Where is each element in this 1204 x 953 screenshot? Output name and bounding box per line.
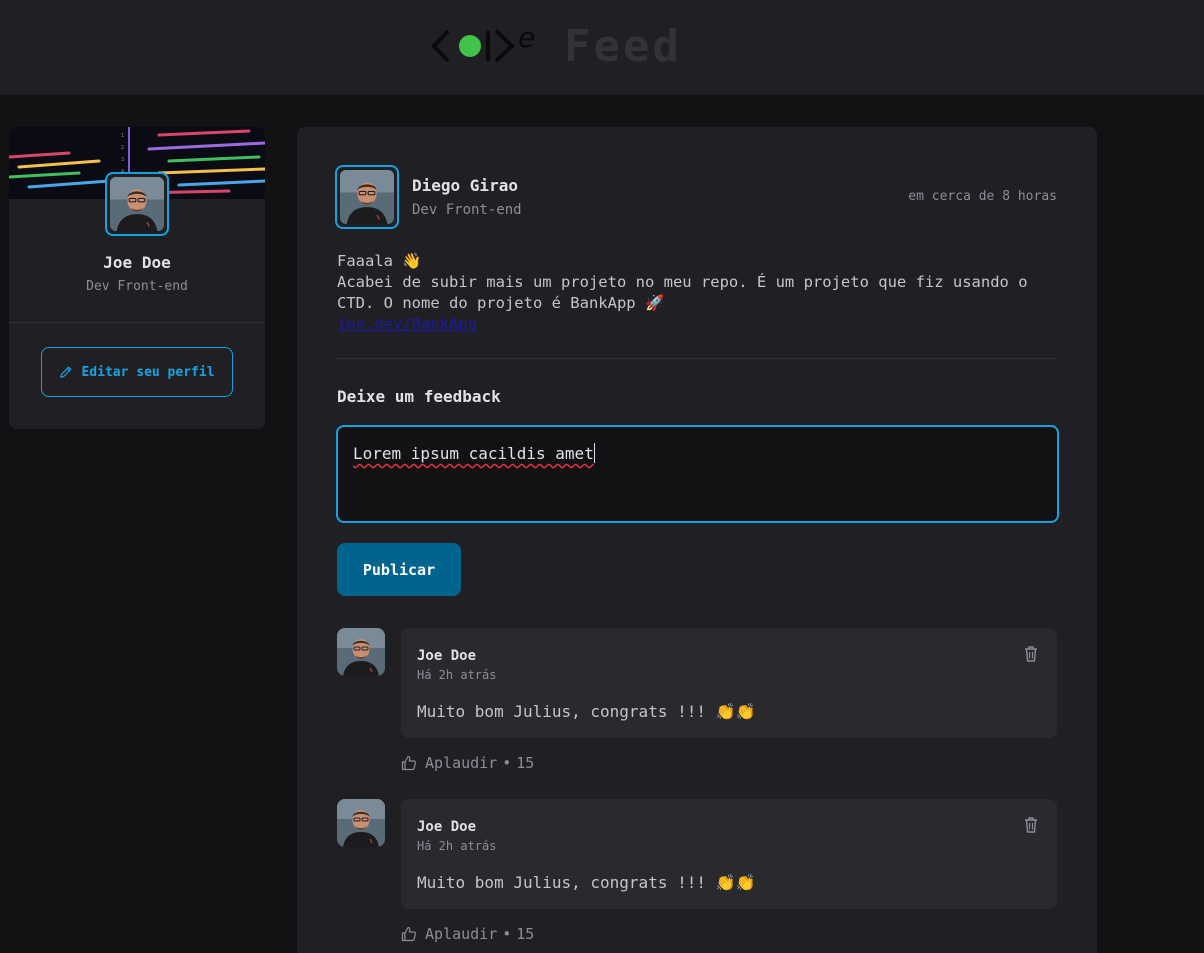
post-line: Acabei de subir mais um projeto no meu r… bbox=[337, 273, 1028, 291]
pencil-icon bbox=[60, 366, 72, 378]
applaud-button[interactable]: Aplaudir • 15 bbox=[401, 925, 534, 943]
comment-text: Muito bom Julius, congrats !!! 👏👏 bbox=[417, 702, 756, 721]
avatar-image bbox=[340, 170, 394, 224]
profile-role: Dev Front-end bbox=[86, 279, 188, 294]
comment: Joe Doe Há 2h atrás Muito bom Julius, co… bbox=[337, 628, 1057, 778]
code-logo-icon: e bbox=[431, 23, 535, 63]
post-author-avatar[interactable] bbox=[335, 165, 399, 229]
feedback-textarea[interactable]: Lorem ipsum cacildis amet bbox=[336, 425, 1059, 819]
comment-box: Joe Doe Há 2h atrás Muito bom Julius, co… bbox=[401, 628, 1057, 738]
applaud-label: Aplaudir bbox=[425, 754, 498, 772]
profile-name: Joe Doe bbox=[103, 253, 171, 272]
thumbs-up-icon bbox=[401, 755, 416, 771]
comment-time: Há 2h atrás bbox=[417, 668, 497, 682]
separator: • bbox=[502, 925, 512, 943]
profile-sidebar: 12345 Joe Doe Dev Front-end Editar seu p… bbox=[9, 127, 265, 429]
post-card: Diego Girao Dev Front-end em cerca de 8 … bbox=[297, 127, 1097, 953]
applaud-label: Aplaudir bbox=[425, 925, 498, 943]
divider bbox=[337, 358, 1057, 359]
comment-author: Joe Doe bbox=[417, 648, 477, 664]
feedback-text: Lorem ipsum cacildis amet bbox=[353, 444, 594, 463]
logo: e Feed bbox=[430, 18, 682, 74]
avatar-image bbox=[110, 177, 164, 231]
applaud-count: 15 bbox=[516, 925, 535, 943]
post-link[interactable]: joe.dev/BankApp bbox=[337, 315, 477, 333]
post-content: Faaala 👋 Acabei de subir mais um projeto… bbox=[337, 251, 1057, 335]
logo-word: Feed bbox=[564, 20, 682, 72]
comment-time: Há 2h atrás bbox=[417, 839, 497, 853]
divider bbox=[9, 322, 265, 323]
post-author-role: Dev Front-end bbox=[412, 202, 522, 218]
applaud-button[interactable]: Aplaudir • 15 bbox=[401, 754, 534, 772]
avatar-image bbox=[337, 799, 385, 847]
comment: Joe Doe Há 2h atrás Muito bom Julius, co… bbox=[337, 799, 1057, 949]
publish-button[interactable]: Publicar bbox=[337, 543, 461, 596]
trash-icon[interactable] bbox=[1021, 644, 1041, 664]
post-line: CTD. O nome do projeto é BankApp 🚀 bbox=[337, 294, 665, 312]
avatar-image bbox=[337, 628, 385, 676]
svg-text:3: 3 bbox=[121, 157, 124, 163]
thumbs-up-icon bbox=[401, 926, 416, 942]
comment-text: Muito bom Julius, congrats !!! 👏👏 bbox=[417, 873, 756, 892]
svg-text:2: 2 bbox=[121, 145, 124, 151]
feedback-label: Deixe um feedback bbox=[337, 387, 501, 406]
post-line: Faaala 👋 bbox=[337, 252, 422, 270]
trash-icon[interactable] bbox=[1021, 815, 1041, 835]
svg-text:1: 1 bbox=[121, 133, 124, 139]
comment-avatar[interactable] bbox=[337, 628, 385, 676]
post-timestamp: em cerca de 8 horas bbox=[908, 189, 1057, 204]
avatar bbox=[105, 172, 169, 236]
comment-author: Joe Doe bbox=[417, 819, 477, 835]
svg-text:e: e bbox=[518, 23, 535, 54]
applaud-count: 15 bbox=[516, 754, 535, 772]
post-author-name: Diego Girao bbox=[412, 176, 518, 195]
text-caret bbox=[593, 443, 595, 463]
separator: • bbox=[502, 754, 512, 772]
comment-avatar[interactable] bbox=[337, 799, 385, 847]
edit-profile-button[interactable]: Editar seu perfil bbox=[41, 347, 233, 397]
edit-profile-label: Editar seu perfil bbox=[81, 364, 215, 380]
comment-box: Joe Doe Há 2h atrás Muito bom Julius, co… bbox=[401, 799, 1057, 909]
top-header: e Feed bbox=[0, 0, 1204, 95]
